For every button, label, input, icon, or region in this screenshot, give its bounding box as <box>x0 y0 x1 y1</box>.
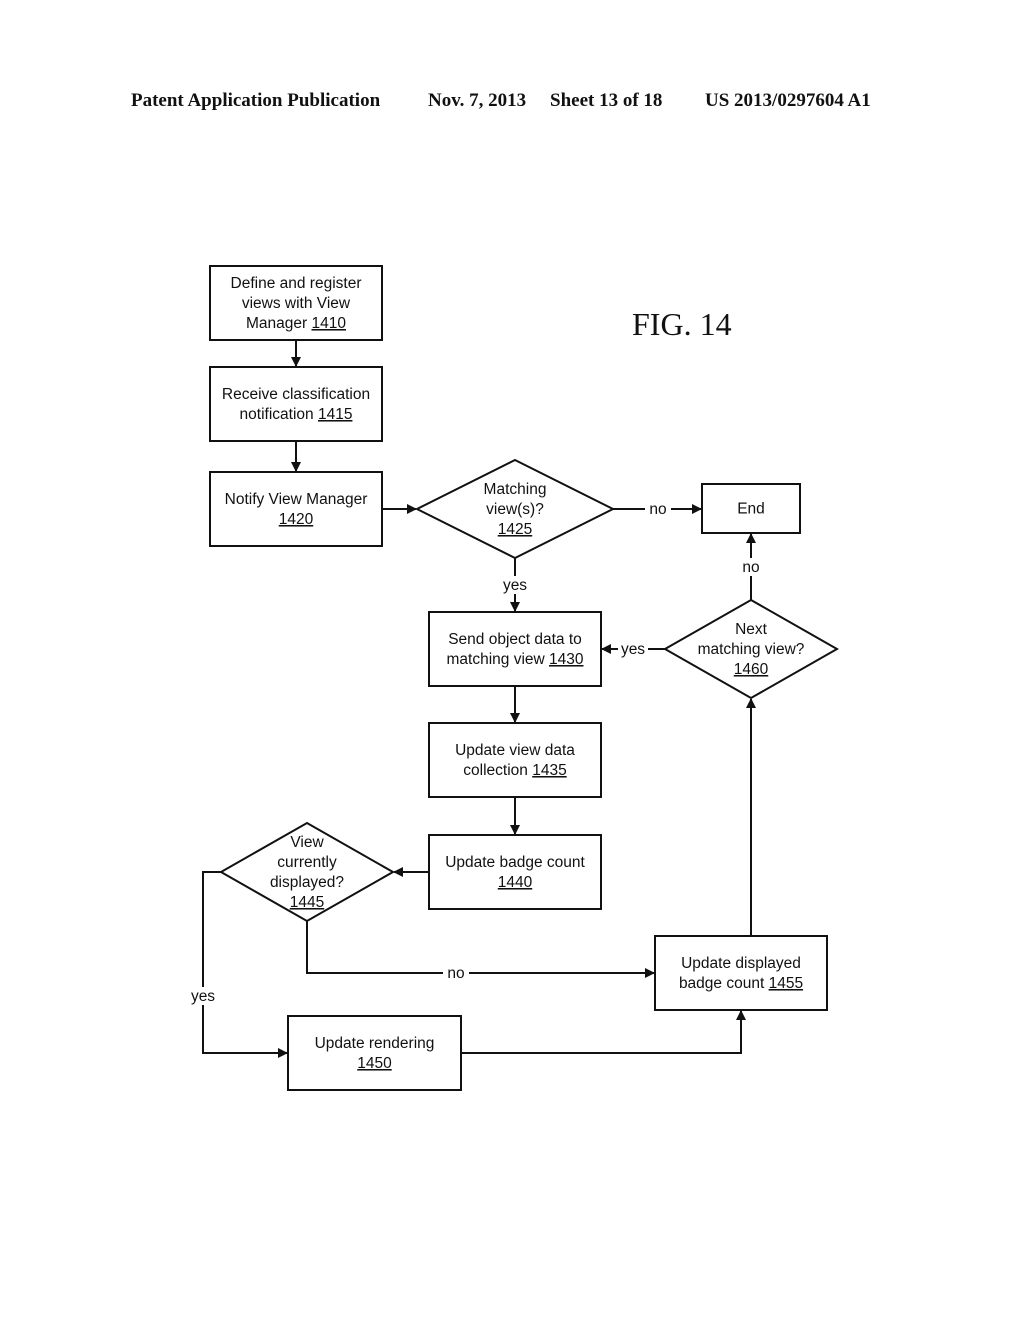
node-1455: Update displayed badge count 1455 <box>654 935 828 1011</box>
node-text-line: views with View <box>242 295 351 312</box>
node-ref-number: 1425 <box>498 521 532 538</box>
node-ref: 1450 <box>357 1055 392 1072</box>
node-1415: Receive classification notification 1415 <box>209 366 383 442</box>
process-box <box>428 722 602 798</box>
label-1425-no: no <box>649 501 666 518</box>
node-ref-number: 1460 <box>734 661 769 678</box>
node-1440: Update badge count 1440 <box>428 834 602 910</box>
node-ref-number: 1445 <box>290 894 324 911</box>
node-text-line: End <box>737 501 765 518</box>
label-1460-yes: yes <box>621 641 645 658</box>
process-box <box>428 611 602 687</box>
label-1425-yes: yes <box>503 577 527 594</box>
label-1445-yes: yes <box>191 988 215 1005</box>
node-text-line: Notify View Manager <box>225 491 368 508</box>
flowchart: no yes no yes no yes Define and register… <box>188 265 840 1091</box>
node-ref-number: 1410 <box>312 315 347 332</box>
node-ref: 1460 <box>734 661 769 678</box>
node-text-line: View <box>290 834 324 851</box>
node-text-line: Manager 1410 <box>246 315 346 332</box>
node-text-line: Define and register <box>231 275 362 292</box>
node-ref: 1425 <box>498 521 532 538</box>
node-ref: 1440 <box>498 874 533 891</box>
node-text-line: Update rendering <box>315 1035 435 1052</box>
node-text-line: currently <box>277 854 337 871</box>
node-ref: 1445 <box>290 894 324 911</box>
node-ref-number: 1455 <box>769 975 803 992</box>
node-1450: Update rendering 1450 <box>287 1015 462 1091</box>
process-box <box>654 935 828 1011</box>
node-text-line: Update displayed <box>681 955 801 972</box>
node-1430: Send object data to matching view 1430 <box>428 611 602 687</box>
edge-1450-1455 <box>461 1010 746 1054</box>
label-1460-no: no <box>742 559 759 576</box>
node-1460: Next matching view? 1460 <box>662 598 840 700</box>
node-text-line: Matching <box>484 481 547 498</box>
node-ref-number: 1435 <box>532 762 566 779</box>
node-text-line: Next <box>735 621 768 638</box>
node-1420: Notify View Manager 1420 <box>209 471 383 547</box>
node-text-line: matching view? <box>698 641 805 658</box>
node-end: End <box>701 483 801 534</box>
node-text-line: notification 1415 <box>240 406 353 423</box>
node-text-line: Update badge count <box>445 854 585 871</box>
node-text-line: Update view data <box>455 742 575 759</box>
node-text-line: badge count 1455 <box>679 975 803 992</box>
node-ref-number: 1440 <box>498 874 533 891</box>
node-ref-number: 1420 <box>279 511 314 528</box>
node-text-line: Send object data to <box>448 631 582 648</box>
node-text-line: displayed? <box>270 874 344 891</box>
process-box <box>209 471 383 547</box>
label-1445-no: no <box>447 965 464 982</box>
node-text-line: collection 1435 <box>463 762 566 779</box>
node-text-line: Receive classification <box>222 386 370 403</box>
node-ref-number: 1450 <box>357 1055 392 1072</box>
node-1410: Define and register views with View Manage… <box>209 265 383 341</box>
node-1445: View currently displayed? 1445 <box>218 821 396 923</box>
process-box <box>209 366 383 442</box>
node-1425: Matching view(s)? 1425 <box>414 458 616 560</box>
node-text-line: view(s)? <box>486 501 544 518</box>
process-box <box>428 834 602 910</box>
node-1435: Update view data collection 1435 <box>428 722 602 798</box>
node-text-line: matching view 1430 <box>447 651 584 668</box>
edge-1445-1455 <box>306 920 655 978</box>
process-box <box>287 1015 462 1091</box>
node-ref-number: 1430 <box>549 651 584 668</box>
node-ref-number: 1415 <box>318 406 352 423</box>
node-ref: 1420 <box>279 511 314 528</box>
